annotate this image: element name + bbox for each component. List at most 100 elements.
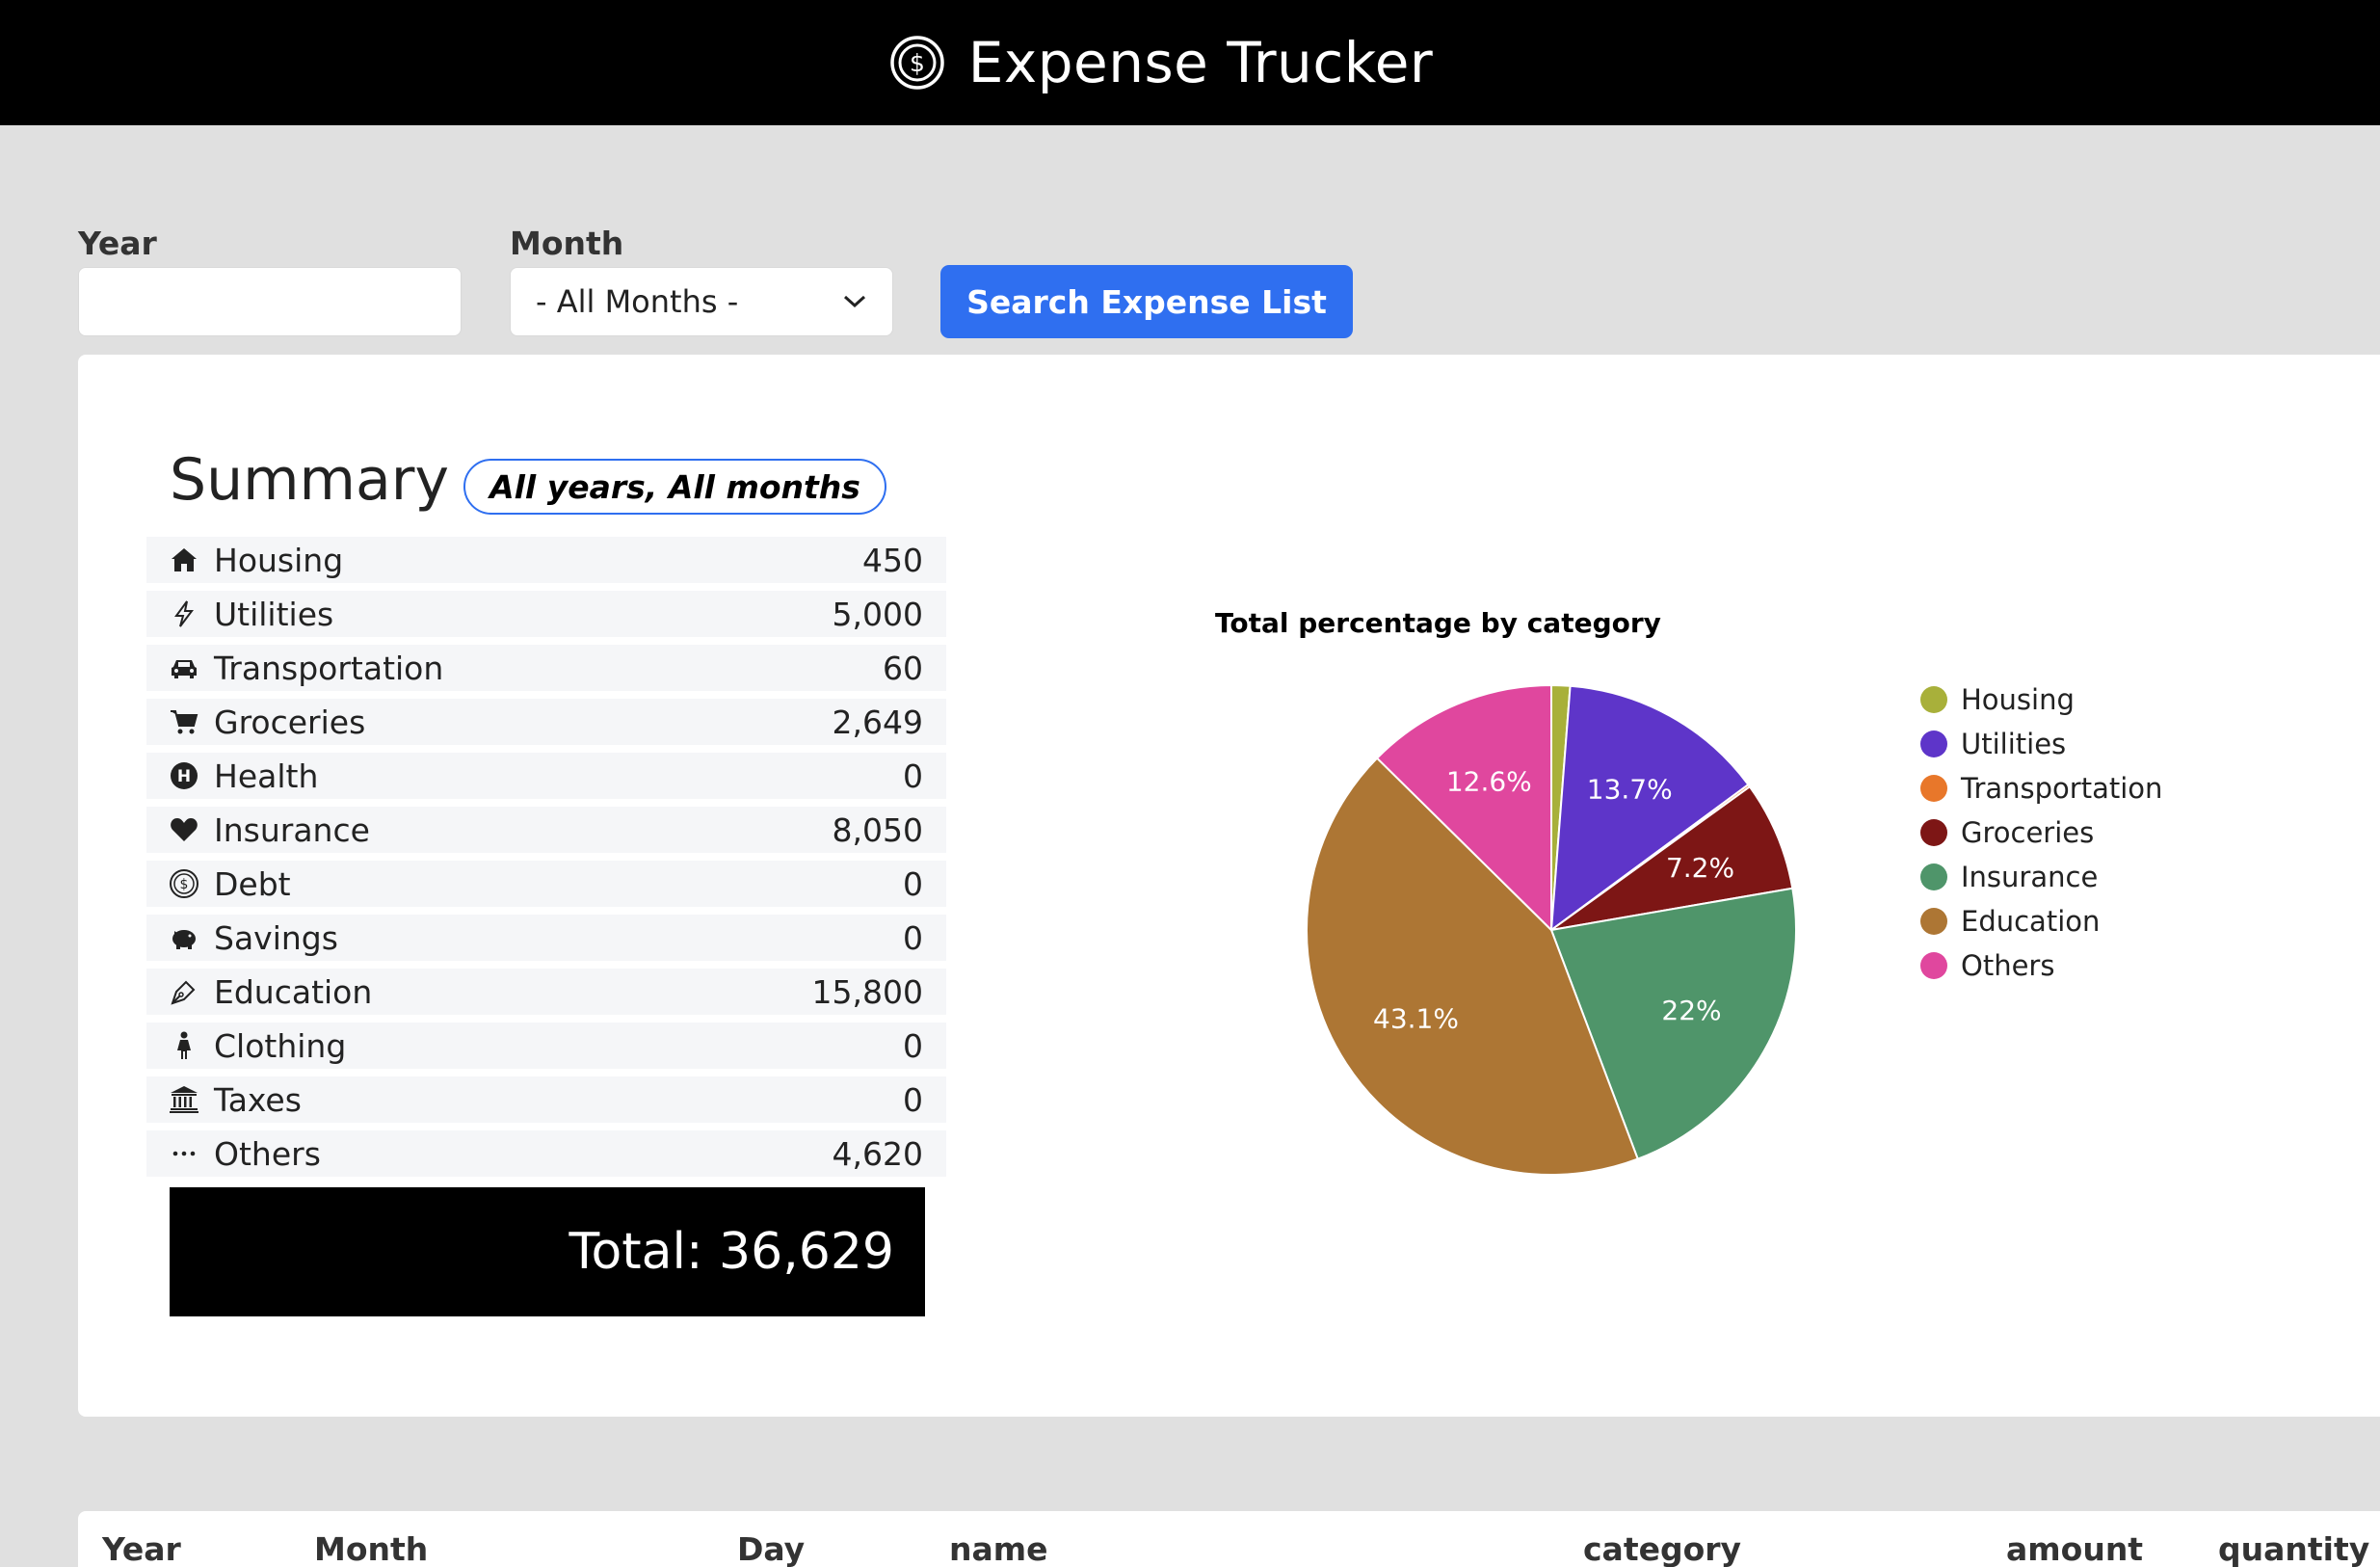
ellipsis-icon (168, 1137, 200, 1170)
summary-value: 8,050 (832, 810, 923, 849)
summary-label: Utilities (214, 595, 334, 633)
health-icon: H (168, 759, 200, 792)
chart-title: Total percentage by category (1215, 607, 1661, 639)
pie-chart: 13.7% 7.2% 22% 43.1% 12.6% (1306, 683, 1797, 1176)
summary-row-clothing: Clothing 0 (146, 1023, 946, 1069)
summary-value: 5,000 (832, 595, 923, 633)
dollar-circle-icon: $ (168, 867, 200, 900)
summary-value: 4,620 (832, 1134, 923, 1173)
summary-label: Clothing (214, 1026, 347, 1065)
summary-label: Insurance (214, 810, 370, 849)
legend-label: Utilities (1961, 728, 2067, 760)
legend-label: Others (1961, 949, 2055, 982)
column-header-name[interactable]: name (949, 1530, 1048, 1567)
summary-value: 0 (903, 918, 923, 957)
summary-row-health: H Health 0 (146, 753, 946, 799)
pie-slice-label: 22% (1661, 995, 1721, 1026)
column-header-year[interactable]: Year (102, 1530, 181, 1567)
summary-row-groceries: Groceries 2,649 (146, 699, 946, 745)
pie-slice-label: 7.2% (1666, 852, 1734, 884)
summary-value: 0 (903, 864, 923, 903)
summary-label: Savings (214, 918, 338, 957)
summary-row-education: Education 15,800 (146, 969, 946, 1015)
summary-value: 0 (903, 1026, 923, 1065)
search-expense-button[interactable]: Search Expense List (940, 265, 1353, 338)
summary-row-transportation: Transportation 60 (146, 645, 946, 691)
pie-slice-label: 43.1% (1373, 1002, 1459, 1034)
summary-row-insurance: Insurance 8,050 (146, 807, 946, 853)
column-header-category[interactable]: category (1583, 1530, 1741, 1567)
column-header-month[interactable]: Month (314, 1530, 428, 1567)
total-box: Total: 36,629 (170, 1187, 925, 1316)
summary-label: Taxes (214, 1080, 302, 1119)
legend-item-groceries[interactable]: Groceries (1920, 810, 2162, 855)
legend-label: Education (1961, 905, 2101, 938)
legend-swatch (1920, 952, 1947, 979)
summary-row-savings: Savings 0 (146, 915, 946, 961)
pie-slice-label: 12.6% (1446, 765, 1532, 797)
month-label: Month (510, 225, 624, 262)
pie-slice-label: 13.7% (1587, 773, 1673, 805)
legend-item-transportation[interactable]: Transportation (1920, 766, 2162, 810)
svg-text:H: H (177, 767, 191, 786)
summary-label: Debt (214, 864, 291, 903)
legend-label: Transportation (1961, 772, 2163, 805)
summary-value: 450 (862, 541, 923, 579)
dollar-circle-icon: $ (889, 36, 944, 90)
summary-value: 0 (903, 1080, 923, 1119)
month-selected-value: - All Months - (536, 283, 739, 320)
house-icon (168, 544, 200, 576)
legend-item-others[interactable]: Others (1920, 943, 2162, 988)
svg-text:$: $ (180, 877, 189, 892)
legend-swatch (1920, 819, 1947, 846)
summary-label: Housing (214, 541, 344, 579)
summary-label: Groceries (214, 703, 366, 741)
summary-value: 0 (903, 757, 923, 795)
column-header-day[interactable]: Day (737, 1530, 805, 1567)
chart-legend: Housing Utilities Transportation Groceries I… (1920, 677, 2162, 988)
summary-value: 60 (883, 649, 923, 687)
chevron-down-icon (843, 295, 866, 308)
pen-icon (168, 975, 200, 1008)
summary-row-debt: $ Debt 0 (146, 861, 946, 907)
year-input[interactable] (78, 267, 462, 336)
scope-badge: All years, All months (463, 459, 886, 515)
column-header-amount[interactable]: amount (2006, 1530, 2143, 1567)
legend-swatch (1920, 686, 1947, 713)
summary-value: 15,800 (811, 972, 923, 1011)
year-label: Year (78, 225, 157, 262)
legend-swatch (1920, 908, 1947, 935)
legend-swatch (1920, 775, 1947, 802)
lightning-icon (168, 598, 200, 630)
month-select[interactable]: - All Months - (510, 267, 893, 336)
legend-label: Groceries (1961, 816, 2095, 849)
summary-label: Education (214, 972, 373, 1011)
summary-row-taxes: Taxes 0 (146, 1076, 946, 1123)
summary-title: Summary (170, 446, 449, 514)
car-icon (168, 651, 200, 684)
column-header-quantity[interactable]: quantity (2218, 1530, 2369, 1567)
summary-label: Transportation (214, 649, 444, 687)
heart-icon (168, 813, 200, 846)
app-header: $ Expense Trucker (0, 0, 2380, 125)
brand: $ Expense Trucker (889, 30, 1434, 95)
summary-row-others: Others 4,620 (146, 1130, 946, 1177)
app-title: Expense Trucker (967, 30, 1434, 95)
summary-value: 2,649 (832, 703, 923, 741)
legend-item-utilities[interactable]: Utilities (1920, 722, 2162, 766)
summary-row-utilities: Utilities 5,000 (146, 591, 946, 637)
svg-text:$: $ (910, 49, 925, 77)
piggy-bank-icon (168, 921, 200, 954)
legend-item-education[interactable]: Education (1920, 899, 2162, 943)
legend-label: Housing (1961, 683, 2075, 716)
legend-item-insurance[interactable]: Insurance (1920, 855, 2162, 899)
legend-label: Insurance (1961, 861, 2099, 893)
summary-label: Others (214, 1134, 321, 1173)
legend-swatch (1920, 863, 1947, 890)
person-dress-icon (168, 1029, 200, 1062)
summary-label: Health (214, 757, 319, 795)
bank-icon (168, 1083, 200, 1116)
legend-swatch (1920, 730, 1947, 757)
summary-list: Housing 450 Utilities 5,000 Transportati… (146, 537, 946, 1184)
legend-item-housing[interactable]: Housing (1920, 677, 2162, 722)
